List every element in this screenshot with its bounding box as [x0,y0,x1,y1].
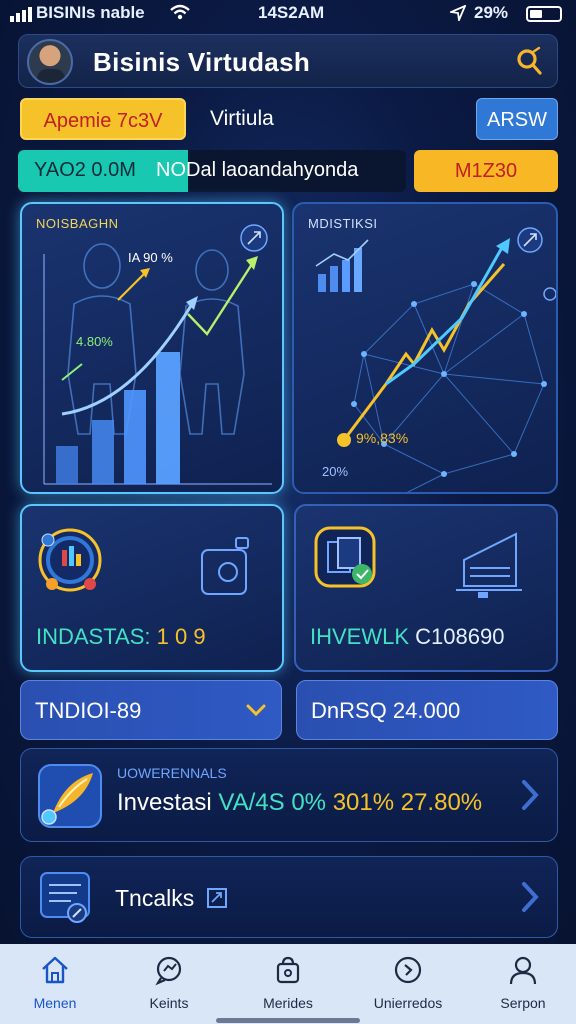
chart-bar-2 [92,420,114,484]
location-arrow-icon [450,5,466,21]
chat-icon [155,956,182,986]
profile-icon [509,956,537,985]
nav-item-home[interactable]: Menen [0,954,110,1011]
document-icon [40,872,90,923]
chevron-down-icon [246,704,266,717]
industry-label: INDASTAS: [36,624,151,649]
period-dropdown-value: TNDIOI-89 [35,698,142,723]
compass-icon [394,956,422,984]
investment-teal-value: VA/4S 0% [218,789,327,816]
app-header: Bisinis Virtudash [18,34,558,88]
battery-percent: 29% [474,3,509,22]
nav-label: Serpon [500,995,546,1011]
chevron-right-icon [522,780,539,810]
nav-label: Keints [149,995,189,1011]
nav-label: Merides [263,995,313,1011]
home-indicator[interactable] [216,1018,360,1023]
document-chart-icon [314,526,522,598]
investment-metric: IHVEWLK C108690 [310,624,504,650]
period-dropdown[interactable]: TNDIOI-89 [20,680,282,740]
chevron-right-icon [522,882,539,912]
signal-icon [10,7,32,22]
investment-gold-value: 301% 27.80% [332,789,483,816]
filter-pill-primary[interactable]: Apemie 7c3V [20,98,186,140]
rocket-icon [38,764,102,828]
chart-bar-3 [124,390,146,484]
industry-metric: INDASTAS: 1 0 9 [36,624,206,650]
pie-chart-icon [38,528,249,595]
chart-annotation-main: 9%,83% [356,430,409,446]
chart-card-network[interactable]: MDISTIKSI 9%,83% 20% [292,202,558,494]
nav-label: Unierredos [373,995,443,1011]
chart-bar-4 [156,352,180,484]
investment-subtitle: UOWERENNALS [117,765,227,781]
nav-label: Menen [33,995,77,1011]
status-bar: BISINIs nable 14S2AM 29% [0,0,576,28]
growth-illustration [43,224,272,485]
industry-value: 1 0 9 [156,624,206,649]
search-icon[interactable] [511,44,547,80]
industry-card[interactable]: INDASTAS: 1 0 9 [20,504,284,672]
filter-button[interactable]: ARSW [476,98,558,140]
carrier-name: BISINIs nable [36,3,145,22]
avatar[interactable] [27,39,73,85]
chart-card-growth[interactable]: NOISBAGHN IA 90 % 4.80% [20,202,284,494]
bottom-nav: Menen Keints Merides Unierredos Serpon [0,944,576,1024]
clock-time: 14S2AM [258,3,325,22]
stat-teal-value: YAO2 0.0M [34,159,136,181]
bag-icon [276,956,300,984]
filter-label: Virtiula [210,107,274,130]
tools-title: Tncalks [115,885,195,911]
investment-metric-label: IHVEWLK [310,624,410,649]
list-item-investasi[interactable]: UOWERENNALS Investasi VA/4S 0% 301% 27.8… [20,748,558,842]
investment-metric-card[interactable]: IHVEWLK C108690 [294,504,558,672]
network-illustration [315,227,556,492]
amount-field[interactable]: DnRSQ 24.000 [296,680,558,740]
external-link-icon [206,888,227,908]
battery-icon [526,6,562,22]
nav-item-chat[interactable]: Keints [114,954,224,1011]
list-item-tools[interactable]: Tncalks [20,856,558,938]
chart-annotation-top: IA 90 % [128,250,173,265]
nav-item-profile[interactable]: Serpon [468,954,576,1011]
nav-item-compass[interactable]: Unierredos [353,954,463,1011]
chart-bar-1 [56,446,78,484]
investment-line: Investasi VA/4S 0% 301% 27.80% [117,789,482,817]
home-icon [42,956,68,984]
amount-field-value: DnRSQ 24.000 [311,698,461,723]
stat-dark-value: NODal laoandahyonda [156,159,359,181]
wifi-icon [170,4,190,20]
chart-annotation-sub: 20% [322,464,349,479]
nav-item-bag[interactable]: Merides [233,954,343,1011]
stat-bar: YAO2 0.0M NODal laoandahyonda [18,150,406,192]
page-title: Bisinis Virtudash [93,47,311,77]
investment-metric-value: C108690 [415,624,505,649]
chart-annotation-mid: 4.80% [76,334,113,349]
tools-label: Tncalks [115,885,227,912]
stat-orange-badge[interactable]: M1Z30 [414,150,558,192]
investment-title: Investasi [117,789,212,816]
